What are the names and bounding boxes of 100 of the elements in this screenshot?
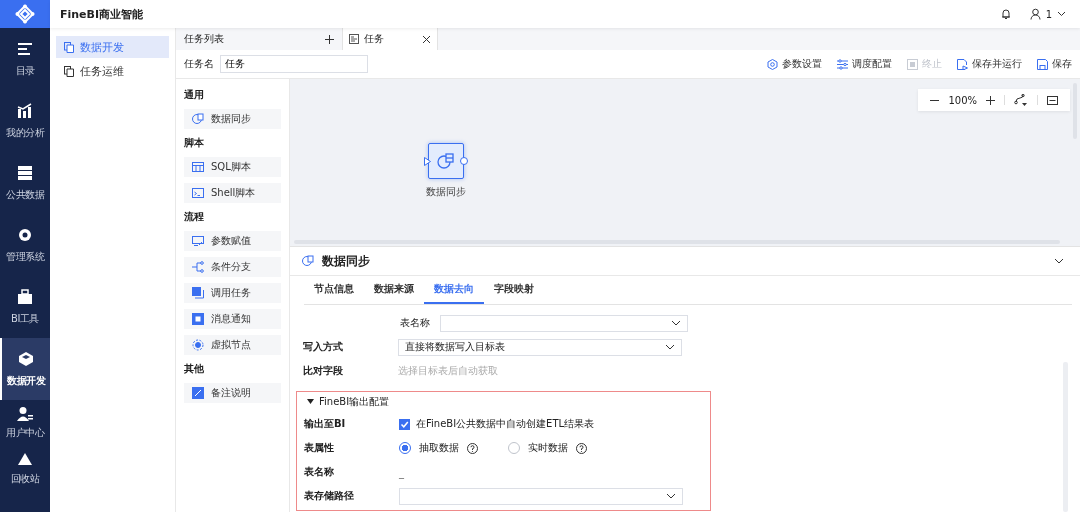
cube-icon	[18, 350, 34, 367]
save-icon	[1037, 58, 1048, 70]
palette-heading: 其他	[184, 362, 205, 376]
subnav-item[interactable]: 数据开发	[56, 36, 169, 58]
field-label: 表名称	[304, 465, 335, 479]
toolbar-button[interactable]: 参数设置	[767, 57, 822, 71]
collapse-icon[interactable]	[1054, 258, 1064, 264]
palette-heading: 通用	[184, 88, 205, 102]
palette-item[interactable]: Shell脚本	[184, 183, 281, 203]
palette-item[interactable]: 虚拟节点	[184, 335, 281, 355]
nav-item[interactable]: 目录	[0, 28, 50, 90]
run-icon	[957, 58, 968, 70]
copy-icon	[64, 65, 74, 77]
screen-icon	[192, 235, 204, 247]
panel-tab[interactable]: 数据去向	[424, 276, 484, 304]
task-name-field[interactable]: 任务	[220, 55, 368, 73]
triangle-icon	[17, 452, 33, 468]
radio-label: 抽取数据	[419, 441, 459, 455]
field-label: 输出至BI	[304, 417, 347, 431]
chevron-icon	[666, 493, 676, 499]
palette-item[interactable]: 备注说明	[184, 383, 281, 403]
radio-button[interactable]	[399, 442, 411, 454]
terminal-icon	[192, 187, 204, 199]
radio-label: 实时数据	[528, 441, 568, 455]
output-port-icon[interactable]	[460, 157, 468, 165]
copy-icon	[64, 41, 74, 53]
nav-item[interactable]: 数据开发	[0, 338, 50, 400]
nav-item[interactable]: 我的分析	[0, 90, 50, 152]
zoom-level: 100%	[948, 94, 977, 106]
chevron-icon	[1057, 11, 1066, 17]
field-label: 表名称	[400, 316, 430, 330]
panel-tab[interactable]: 节点信息	[304, 276, 364, 304]
hint-text: 选择目标表后自动获取	[398, 364, 498, 378]
window-icon	[192, 287, 204, 299]
database-icon	[17, 164, 33, 181]
field-value: _	[399, 466, 404, 478]
branch-icon	[192, 261, 204, 273]
stop-icon	[907, 58, 918, 70]
section-toggle[interactable]: FineBI输出配置	[297, 392, 710, 412]
note-icon	[192, 387, 204, 399]
settings-icon	[767, 58, 778, 70]
add-icon[interactable]	[325, 34, 334, 44]
zoom-in-icon[interactable]	[986, 95, 995, 105]
palette-item[interactable]: 参数赋值	[184, 231, 281, 251]
chevron-icon	[671, 320, 681, 326]
minimap-icon[interactable]	[1047, 95, 1058, 105]
help-icon[interactable]	[467, 442, 478, 454]
sync-icon	[302, 255, 314, 267]
subnav-item[interactable]: 任务运维	[56, 60, 169, 82]
panel-tab[interactable]: 数据来源	[364, 276, 424, 304]
nav-item[interactable]: BI工具	[0, 276, 50, 338]
bar-chart-icon	[17, 102, 33, 119]
palette-item[interactable]: 调用任务	[184, 283, 281, 303]
palette-item[interactable]: 消息通知	[184, 309, 281, 329]
panel-tab[interactable]: 字段映射	[484, 276, 544, 304]
app-title: FineBI商业智能	[60, 6, 144, 22]
field-label: 表属性	[304, 441, 335, 455]
nav-item[interactable]: 用户中心	[0, 400, 50, 446]
connector-icon[interactable]	[1014, 94, 1028, 106]
task-tab[interactable]: 任务	[343, 28, 438, 50]
palette-heading: 脚本	[184, 136, 205, 150]
target-icon	[192, 339, 204, 351]
document-icon	[349, 34, 359, 44]
field-label: 表存储路径	[304, 489, 355, 503]
select-field[interactable]: 直接将数据写入目标表	[398, 338, 682, 356]
field-label: 比对字段	[303, 364, 344, 378]
toolbox-icon	[17, 288, 33, 305]
input-port-icon[interactable]	[424, 157, 431, 166]
sliders-icon	[837, 58, 848, 70]
toolbar-button[interactable]: 保存	[1037, 57, 1072, 71]
task-name-label: 任务名	[184, 57, 214, 71]
caret-icon	[307, 399, 314, 405]
close-icon[interactable]	[422, 34, 431, 44]
select-field[interactable]	[440, 314, 688, 332]
nav-item[interactable]: 回收站	[0, 446, 50, 492]
panel-title: 数据同步	[322, 252, 370, 270]
bell-icon[interactable]	[999, 8, 1012, 20]
checkbox[interactable]	[399, 418, 410, 430]
palette-item[interactable]: 条件分支	[184, 257, 281, 277]
node-label: 数据同步	[426, 185, 466, 199]
select-field[interactable]	[399, 487, 683, 505]
user-icon	[17, 406, 33, 422]
square-icon	[192, 313, 204, 325]
toolbar-button[interactable]: 保存并运行	[957, 57, 1022, 71]
help-icon[interactable]	[576, 442, 587, 454]
palette-item[interactable]: SQL脚本	[184, 157, 281, 177]
field-label: 写入方式	[303, 340, 344, 354]
toolbar-button[interactable]: 调度配置	[837, 57, 892, 71]
nav-item[interactable]: 公共数据	[0, 152, 50, 214]
palette-item[interactable]: 数据同步	[184, 109, 281, 129]
chevron-icon	[665, 344, 675, 350]
sync-icon	[192, 113, 204, 125]
user-menu[interactable]: 1	[1029, 8, 1066, 20]
table-icon	[192, 161, 204, 173]
gear-icon	[17, 226, 33, 243]
user-icon	[1029, 8, 1041, 20]
checkbox-label: 在FineBI公共数据中自动创建ETL结果表	[416, 417, 595, 431]
sync-icon	[437, 152, 455, 170]
list-icon	[17, 40, 33, 57]
nav-item[interactable]: 管理系统	[0, 214, 50, 276]
